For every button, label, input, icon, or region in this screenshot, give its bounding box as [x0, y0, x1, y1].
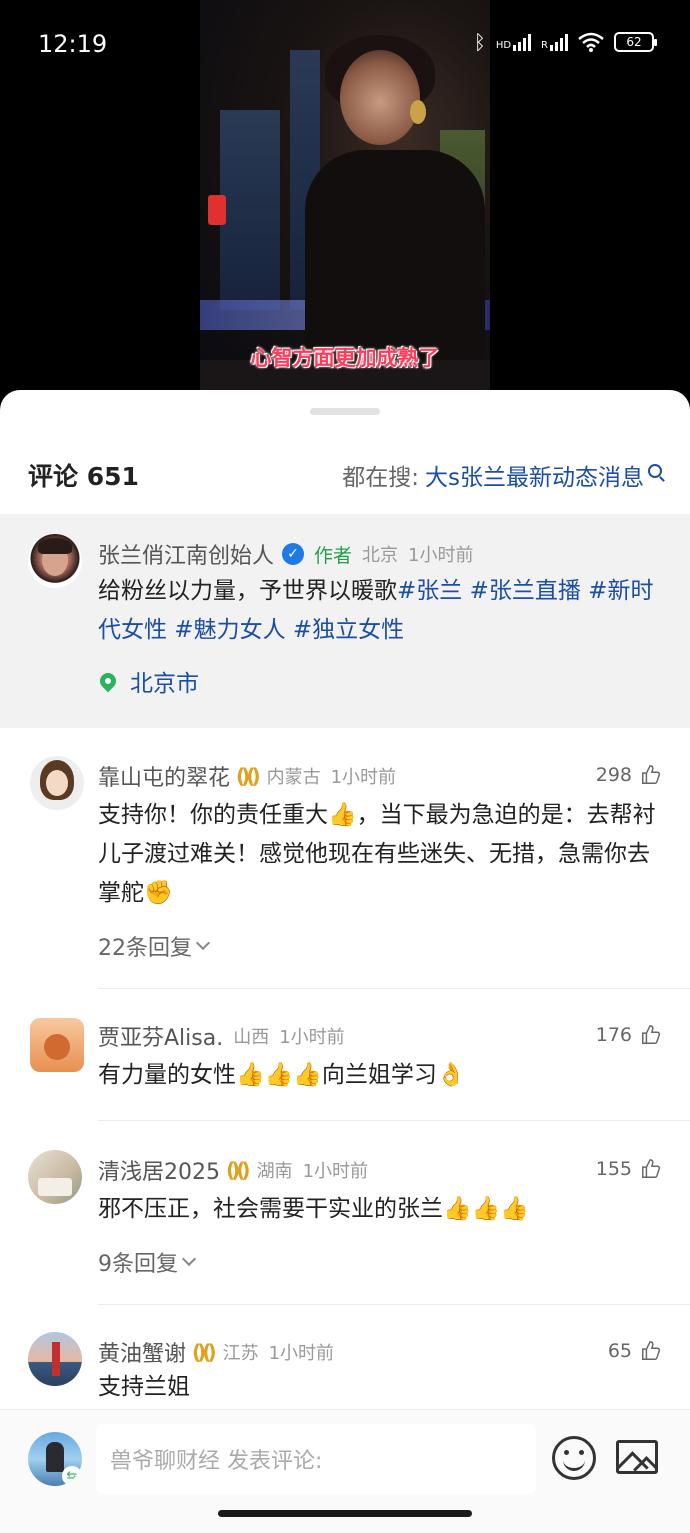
status-icons: ᛒ HD R 62 — [473, 30, 657, 54]
timestamp: 1小时前 — [408, 545, 474, 566]
like-button[interactable]: 176 — [596, 1024, 662, 1046]
comment-item[interactable]: 靠山屯的翠花 ()() 内蒙古 1小时前 298 支持你！你的责任重大👍，当下最… — [0, 748, 690, 989]
divider — [98, 1120, 690, 1121]
timestamp: 1小时前 — [279, 1027, 345, 1048]
signal-icon: HD — [495, 33, 532, 51]
bluetooth-icon: ᛒ — [473, 30, 486, 54]
comment-header: 评论 651 都在搜: 大s张兰最新动态消息 — [0, 450, 690, 500]
vip-badge-icon: ()() — [226, 1158, 250, 1182]
chevron-down-icon — [181, 1251, 197, 1267]
comment-text: 给粉丝以力量，予世界以暖歌#张兰 #张兰直播 #新时代女性 #魅力女人 #独立女… — [98, 572, 668, 650]
like-button[interactable]: 65 — [608, 1340, 662, 1362]
comment-name-line: 贾亚芬Alisa. 山西 1小时前 — [98, 1020, 345, 1052]
comment-name-line: 清浅居2025 ()() 湖南 1小时前 — [98, 1154, 368, 1186]
divider — [98, 1304, 690, 1305]
drag-handle[interactable] — [310, 408, 380, 415]
hashtag-link[interactable]: #独立女性 — [286, 617, 404, 643]
region: 山西 — [233, 1027, 270, 1048]
comment-name-line: 靠山屯的翠花 ()() 内蒙古 1小时前 — [98, 760, 396, 792]
like-count: 65 — [607, 1340, 632, 1362]
location-pin-icon — [96, 669, 120, 693]
thumbs-up-icon[interactable] — [640, 1340, 662, 1362]
vip-badge-icon: ()() — [236, 764, 260, 788]
status-time: 12:19 — [38, 30, 108, 58]
username[interactable]: 贾亚芬Alisa. — [98, 1020, 223, 1052]
thumbs-up-icon[interactable] — [640, 764, 662, 786]
switch-account-icon[interactable]: ⇆ — [62, 1466, 82, 1486]
username[interactable]: 靠山屯的翠花 — [98, 760, 230, 792]
wifi-icon — [578, 32, 604, 52]
search-icon[interactable] — [648, 464, 662, 478]
thumbs-up-icon[interactable] — [640, 1024, 662, 1046]
comment-text: 邪不压正，社会需要干实业的张兰👍👍👍 — [98, 1196, 529, 1222]
emoji-icon[interactable] — [552, 1436, 596, 1480]
like-count: 155 — [595, 1158, 632, 1180]
avatar[interactable] — [30, 756, 84, 810]
vip-badge-icon: ()() — [192, 1340, 216, 1364]
view-replies-button[interactable]: 22条回复 — [98, 930, 211, 962]
hot-search-keyword[interactable]: 大s张兰最新动态消息 — [425, 458, 644, 492]
region: 内蒙古 — [266, 767, 321, 788]
timestamp: 1小时前 — [302, 1161, 369, 1182]
region: 湖南 — [256, 1161, 293, 1182]
comment-name-line: 黄油蟹谢 ()() 江苏 1小时前 — [98, 1336, 334, 1368]
username[interactable]: 张兰俏江南创始人 — [98, 538, 274, 570]
home-indicator[interactable] — [218, 1510, 472, 1517]
avatar[interactable] — [28, 1332, 82, 1386]
comment-item[interactable]: 清浅居2025 ()() 湖南 1小时前 155 邪不压正，社会需要干实业的张兰… — [0, 1142, 690, 1305]
hot-search-link[interactable]: 都在搜: 大s张兰最新动态消息 — [342, 458, 662, 492]
avatar[interactable] — [30, 1018, 84, 1072]
my-avatar[interactable]: ⇆ — [28, 1432, 82, 1486]
comment-text: 支持兰姐 — [98, 1374, 190, 1400]
hot-search-prefix: 都在搜: — [342, 465, 420, 491]
signal-2-icon: R — [541, 33, 568, 51]
location-label[interactable]: 北京市 — [130, 664, 199, 698]
thumbs-up-icon[interactable] — [640, 1158, 662, 1180]
net-label: HD — [495, 40, 512, 51]
like-button[interactable]: 298 — [596, 764, 662, 786]
comment-text: 有力量的女性👍👍👍向兰姐学习👌 — [98, 1062, 466, 1088]
replies-count[interactable]: 9条回复 — [98, 1246, 178, 1278]
video-subtitle: 心智方面更加成熟了 — [250, 346, 440, 370]
comment-item[interactable]: 黄油蟹谢 ()() 江苏 1小时前 65 支持兰姐 — [0, 1324, 690, 1414]
battery-icon: 62 — [614, 32, 657, 52]
hashtag-link[interactable]: #张兰直播 — [462, 578, 581, 604]
pinned-author-comment[interactable]: 张兰俏江南创始人 ✓ 作者 北京 1小时前 给粉丝以力量，予世界以暖歌#张兰 #… — [0, 514, 690, 728]
author-badge: 作者 — [314, 544, 353, 567]
username[interactable]: 清浅居2025 — [98, 1154, 220, 1186]
region: 江苏 — [222, 1343, 259, 1364]
video-person — [295, 35, 485, 390]
like-count: 298 — [595, 764, 632, 786]
pinned-name-line: 张兰俏江南创始人 ✓ 作者 北京 1小时前 — [98, 538, 473, 570]
view-replies-button[interactable]: 9条回复 — [98, 1246, 197, 1278]
comment-text: 支持你！你的责任重大👍，当下最为急迫的是：去帮衬儿子渡过难关！感觉他现在有些迷失… — [98, 802, 656, 906]
username[interactable]: 黄油蟹谢 — [98, 1336, 186, 1368]
avatar[interactable] — [28, 1150, 82, 1204]
avatar[interactable] — [28, 534, 82, 588]
verified-icon: ✓ — [282, 543, 305, 565]
like-count: 176 — [595, 1024, 632, 1046]
region: 北京 — [362, 545, 399, 566]
chevron-down-icon — [195, 935, 211, 951]
hashtag-link[interactable]: #张兰 — [397, 578, 462, 604]
timestamp: 1小时前 — [330, 767, 397, 788]
location-link[interactable]: 北京市 — [96, 664, 199, 698]
net2-label: R — [541, 40, 548, 51]
comment-sheet: 评论 651 都在搜: 大s张兰最新动态消息 张兰俏江南创始人 ✓ 作者 北京 … — [0, 390, 690, 1533]
comment-input[interactable]: 兽爷聊财经 发表评论: — [96, 1424, 536, 1494]
like-button[interactable]: 155 — [596, 1158, 662, 1180]
replies-count[interactable]: 22条回复 — [98, 930, 192, 962]
image-icon[interactable] — [616, 1440, 658, 1474]
comment-plain-text: 给粉丝以力量，予世界以暖歌 — [98, 578, 397, 604]
battery-level: 62 — [626, 35, 642, 49]
hashtag-link[interactable]: #魅力女人 — [167, 617, 285, 643]
timestamp: 1小时前 — [268, 1343, 335, 1364]
status-bar: 12:19 ᛒ HD R 62 — [0, 0, 690, 90]
comment-count: 评论 651 — [28, 462, 139, 491]
comment-item[interactable]: 贾亚芬Alisa. 山西 1小时前 176 有力量的女性👍👍👍向兰姐学习👌 — [0, 1008, 690, 1121]
divider — [98, 988, 690, 989]
